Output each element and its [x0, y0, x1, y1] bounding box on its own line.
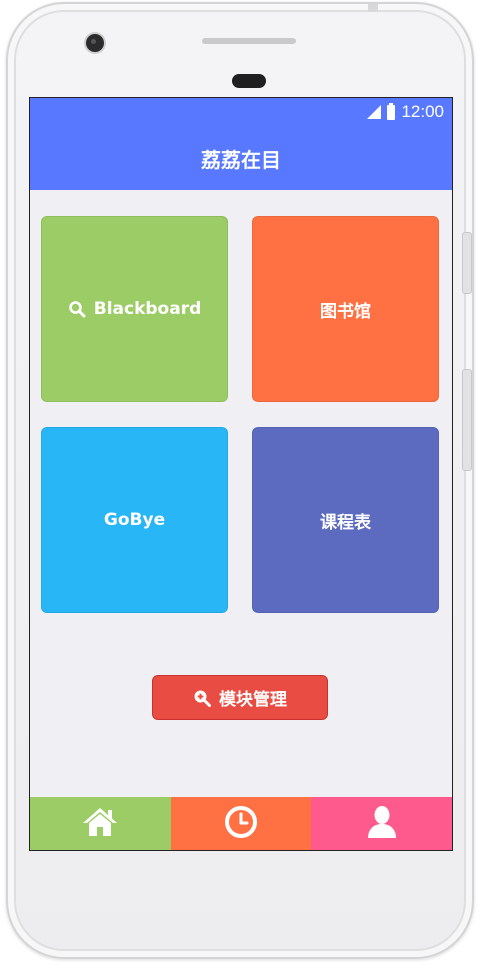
earpiece-speaker	[202, 38, 296, 44]
status-bar: 12:00	[30, 98, 452, 126]
zoom-in-icon	[193, 689, 211, 707]
nav-home[interactable]	[30, 797, 171, 850]
battery-icon	[387, 102, 396, 120]
status-time: 12:00	[401, 102, 444, 121]
tile-gobye-label: GoBye	[103, 510, 166, 530]
module-management-label: 模块管理	[219, 690, 287, 710]
volume-button	[462, 232, 472, 294]
proximity-sensor	[232, 74, 266, 88]
clock-icon	[224, 805, 258, 843]
tile-library-label: 图书馆	[320, 301, 371, 322]
phone-top-button	[368, 4, 378, 12]
signal-icon	[367, 105, 382, 119]
tile-timetable-label: 课程表	[320, 512, 371, 533]
bottom-navigation	[30, 797, 452, 850]
nav-history[interactable]	[170, 797, 312, 850]
front-camera	[86, 34, 104, 52]
search-icon	[68, 300, 86, 318]
tile-blackboard-label: Blackboard	[93, 299, 202, 319]
tile-blackboard[interactable]: Blackboard	[41, 216, 228, 402]
home-icon	[81, 806, 119, 842]
user-icon	[366, 805, 398, 843]
tile-timetable[interactable]: 课程表	[252, 427, 439, 613]
app-bar: 荔荔在目	[30, 126, 452, 190]
nav-profile[interactable]	[311, 797, 452, 850]
app-screen: 12:00 荔荔在目 Blackboard 图书馆 GoBye 课程表 模块管理	[29, 97, 453, 851]
power-button	[462, 369, 472, 471]
module-management-button[interactable]: 模块管理	[152, 675, 328, 720]
app-title: 荔荔在目	[201, 147, 281, 172]
tile-gobye[interactable]: GoBye	[41, 427, 228, 613]
tile-library[interactable]: 图书馆	[252, 216, 439, 402]
